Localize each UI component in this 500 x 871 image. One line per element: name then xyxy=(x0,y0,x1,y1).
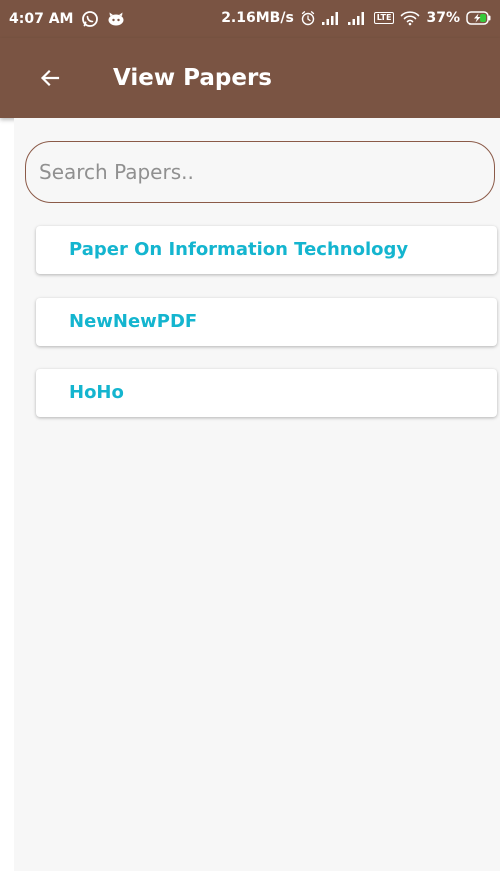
app-toolbar: View Papers xyxy=(0,38,500,118)
alarm-icon xyxy=(300,10,316,26)
network-speed: 2.16MB/s xyxy=(221,10,294,26)
back-button[interactable] xyxy=(34,62,66,94)
list-item[interactable]: HoHo xyxy=(36,369,497,417)
notification-app-icon xyxy=(107,11,125,27)
wifi-icon xyxy=(400,10,420,26)
page-title: View Papers xyxy=(113,65,272,91)
list-item[interactable]: Paper On Information Technology xyxy=(36,226,497,274)
paper-title: Paper On Information Technology xyxy=(69,239,409,260)
signal-icon xyxy=(347,11,368,25)
status-right: 2.16MB/s LTE 37% xyxy=(221,10,492,26)
arrow-left-icon xyxy=(40,69,60,87)
signal-icon xyxy=(321,11,342,25)
volte-icon: LTE xyxy=(373,12,395,24)
main-content: Paper On Information Technology NewNewPD… xyxy=(14,118,500,871)
whatsapp-icon xyxy=(81,10,99,28)
paper-title: NewNewPDF xyxy=(69,311,198,332)
list-item[interactable]: NewNewPDF xyxy=(36,298,497,346)
status-time: 4:07 AM xyxy=(9,11,74,27)
search-input[interactable] xyxy=(25,141,495,203)
battery-charging-icon xyxy=(466,11,492,25)
status-left: 4:07 AM xyxy=(9,10,133,28)
volte-label: LTE xyxy=(376,13,392,22)
battery-percent: 37% xyxy=(426,10,460,26)
status-bar: 4:07 AM 2.16MB/s LTE 37% xyxy=(0,0,500,38)
paper-title: HoHo xyxy=(69,382,124,403)
